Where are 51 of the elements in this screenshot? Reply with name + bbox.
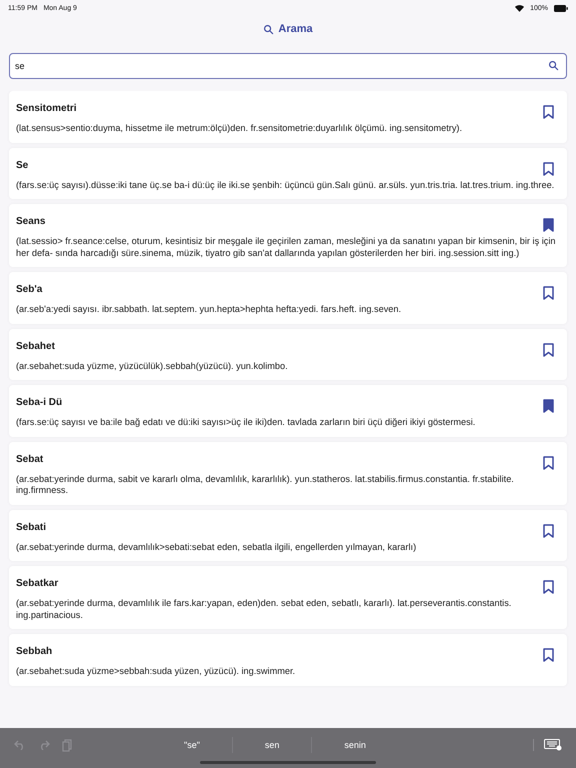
entry-definition: (ar.sebat:yerinde durma, devamlılık ile fars.kar:yapan, eden)den. sebat eden, sebatlı, kararlı). lat.perseverantis.constantis. ing.partinacious. [16,598,512,621]
entry-word: Sebahet [16,340,55,352]
suggestion-button[interactable]: senin [334,736,376,754]
entry-card[interactable]: Seba-i Dü (fars.se:üç sayısı ve ba:ile bağ edatı ve dü:iki sayısı>üç ile iki)den. tavlada zarların biri üçü diğeri ikiyi göstermesi. [9,385,567,436]
entry-card[interactable]: Sebbah (ar.sebahet:suda yüzme>sebbah:suda yüzen, yüzücü). ing.swimmer. [9,634,567,686]
entry-word: Sebatkar [16,578,58,589]
bookmark-button[interactable] [541,160,555,176]
bookmark-button[interactable] [541,285,555,301]
bookmark-button[interactable] [541,454,555,470]
entry-definition: (ar.sebahet:suda yüzme, yüzücülük).sebbah(yüzücü). yun.kolimbo. [16,360,289,372]
page-title: Arama [278,23,313,35]
entry-word: Sebati [16,522,46,532]
bookmark-button[interactable] [541,217,555,233]
bookmark-button[interactable] [541,579,555,595]
bookmark-button[interactable] [541,342,555,358]
entry-definition: (lat.sensus>sentio:duyma, hissetme ile metrum:ölçü)den. fr.sensitometrie:duyarlılık ölçümü. ing.sensitometry). [16,123,464,134]
entry-card[interactable] [9,204,567,267]
search-icon [263,24,274,34]
suggestion-button[interactable]: sen [254,736,290,754]
bookmark-button[interactable] [541,522,555,538]
entry-card[interactable]: Sebat (ar.sebat:yerinde durma, sabit ve kararlı olma, devamlılık, kararlılık). yun.statheros. lat.stabilis.firmus.constantia. fr.stabilite. ing.firmness. [9,442,567,504]
entry-card[interactable]: Sensitometri (lat.sensus>sentio:duyma, hissetme ile metrum:ölçü)den. fr.sensitometrie:duyarlılık ölçümü. ing.sensitometry). [9,91,567,142]
battery-icon [554,4,568,12]
bookmark-button[interactable] [541,398,555,414]
entry-definition: (ar.sebat:yerinde durma, sabit ve kararlı olma, devamlılık, kararlılık). yun.statheros. lat.stabilis.firmus.constantia. fr.stabilite. ing.firmness. [16,474,515,496]
search-icon[interactable] [548,60,559,71]
entry-word: Seans [16,216,46,227]
entry-card[interactable]: Sebahet (ar.sebahet:suda yüzme, yüzücülük).sebbah(yüzücü). yun.kolimbo. [9,328,567,380]
entry-word: Se [16,160,28,170]
entry-word: Seba-i Dü [16,397,62,408]
entry-word: Sensitometri [16,103,77,114]
entry-card[interactable]: Sebati (ar.sebat:yerinde durma, devamlılık>sebati:sebat eden, sebatla ilgili, engellerden yılmayan, kararlı) [9,510,567,561]
entry-card[interactable]: Sebatkar (ar.sebat:yerinde durma, devamlılık ile fars.kar:yapan, eden)den. sebat eden, sebatlı, kararlı). lat.perseverantis.constantis. ing.partinacious. [9,566,567,629]
entry-definition: (lat.sessio> fr.seance:celse, oturum, kesintisiz bir meşgale ile geçirilen zaman, mesleğini ya da sanatını yapan bir kimsenin, bir iş için her defa- sında harcadığı süre.sinema, müzik, tiyatro gib san'at dallarında yapılan gösterilerden her biri. ing.session.sitt ing.) [16,236,556,259]
entry-definition: (fars.se:üç sayısı ve ba:ile bağ edatı ve dü:iki sayısı>üç ile iki)den. tavlada zarların biri üçü diğeri ikiyi göstermesi. [16,417,476,428]
entry-word: Seb'a [16,284,42,295]
bookmark-button[interactable] [541,647,555,663]
entry-card[interactable]: Se (fars.se:üç sayısı).düsse:iki tane üç.se ba-i dü:üç ile iki.se şenbih: üçüncü gün.Salı günü. ar.süls. yun.tris.tria. lat.tres.trium. ing.three. [9,148,567,199]
entry-definition: (ar.sebat:yerinde durma, devamlılık>sebati:sebat eden, sebatla ilgili, engellerden yılmayan, kararlı) [16,542,418,553]
entry-word: Sebat [16,454,44,464]
keyboard-icon[interactable] [533,739,562,751]
entry-definition: (ar.seb'a:yedi sayısı. ibr.sabbath. lat.septem. yun.hepta>hephta hefta:yedi. fars.heft. ing.seven. [16,304,402,316]
clipboard-icon[interactable] [62,738,72,752]
search-field[interactable]: se [9,53,567,79]
wifi-icon [515,4,524,12]
bookmark-button[interactable] [541,104,555,120]
entry-word: Sebbah [16,646,52,657]
entry-definition: (ar.sebahet:suda yüzme>sebbah:suda yüzen, yüzücü). ing.swimmer. [16,666,296,678]
entry-card[interactable]: Seb'a (ar.seb'a:yedi sayısı. ibr.sabbath. lat.septem. yun.hepta>hephta hefta:yedi. fars.heft. ing.seven. [9,272,567,324]
suggestion-button[interactable]: "se" [174,736,210,754]
entry-definition: (fars.se:üç sayısı).düsse:iki tane üç.se ba-i dü:üç ile iki.se şenbih: üçüncü gün.Salı günü. ar.süls. yun.tris.tria. lat.tres.trium. ing.three. [16,180,556,191]
